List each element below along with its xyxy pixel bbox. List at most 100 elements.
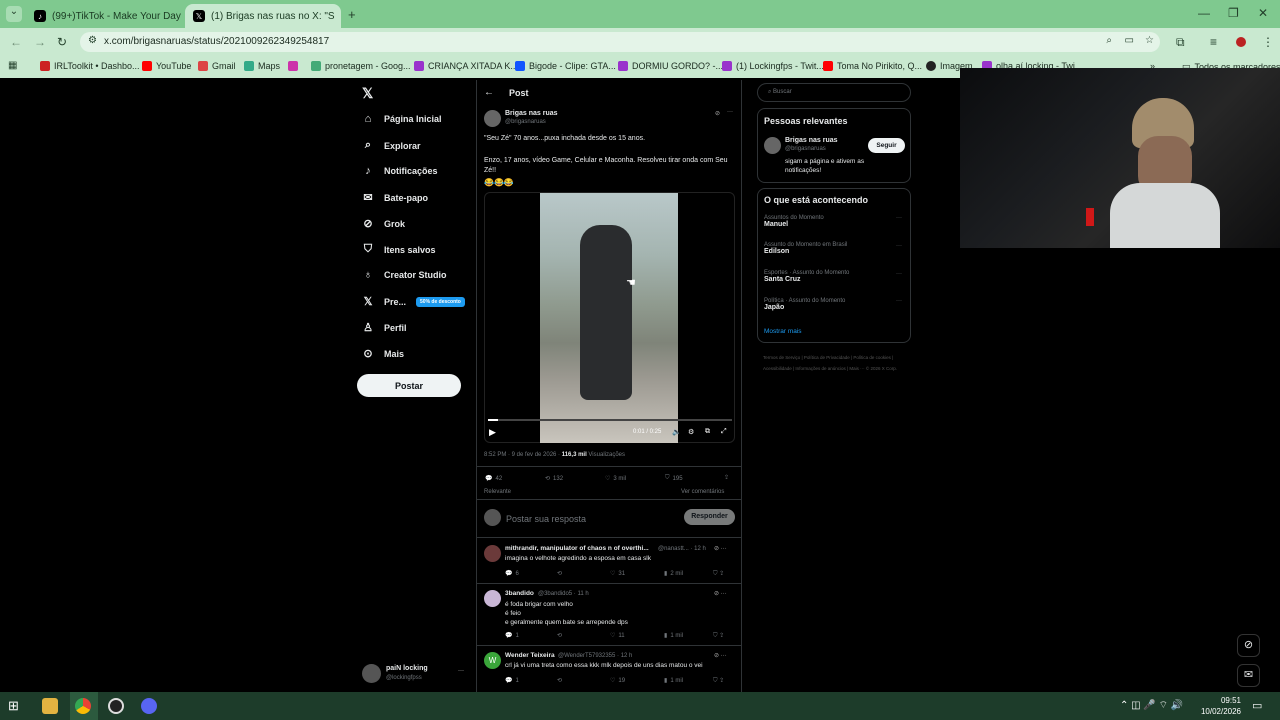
bookmark-item[interactable]: pronetagem - Goog... xyxy=(311,61,411,71)
views-action[interactable]: ▮ 1 mil xyxy=(664,677,683,685)
cast-icon[interactable]: ▭ xyxy=(1125,35,1134,46)
reply-action[interactable]: 💬 1 xyxy=(505,677,519,685)
account-more-icon[interactable]: ··· xyxy=(458,668,464,674)
follow-button[interactable]: Seguir xyxy=(868,138,905,153)
site-info-icon[interactable]: ⚙ xyxy=(88,35,97,46)
bookmark-item[interactable]: IRLToolkit • Dashbo... xyxy=(40,61,140,71)
minimize-icon[interactable]: — xyxy=(1198,6,1210,20)
bookmark-item[interactable]: (1) Lockingfps - Twit... xyxy=(722,61,824,71)
obs-icon[interactable] xyxy=(108,698,124,714)
volume-icon[interactable]: 🔈 xyxy=(672,428,681,436)
bookmark-item[interactable]: DORMIU GORDO? -... xyxy=(618,61,723,71)
reply-input[interactable]: Postar sua resposta xyxy=(506,514,586,524)
bookmark-share-icons[interactable]: ⛉ ⇪ xyxy=(713,632,724,640)
views-action[interactable]: ▮ 2 mil xyxy=(664,570,683,578)
profile-avatar[interactable] xyxy=(1236,37,1246,47)
nav-item-notifications[interactable]: ♪ Notificações xyxy=(362,165,437,177)
discord-icon[interactable] xyxy=(141,698,157,714)
reply-author[interactable]: mithrandir, manipulator of chaos n of ov… xyxy=(505,545,655,552)
repost-icon[interactable]: ⟲ xyxy=(557,570,562,577)
account-name[interactable]: paiN locking xyxy=(386,665,428,672)
show-more-link[interactable]: Mostrar mais xyxy=(764,328,802,335)
post-button[interactable]: Postar xyxy=(357,374,461,397)
trend-more-icon[interactable]: ··· xyxy=(896,215,902,221)
like-action[interactable]: ♡ 11 xyxy=(610,632,625,640)
video-progress-track[interactable] xyxy=(488,419,732,421)
reload-icon[interactable]: ↻ xyxy=(57,35,67,49)
windows-start-icon[interactable]: ⊞ xyxy=(8,698,19,714)
bookmark-item[interactable] xyxy=(288,61,298,71)
nav-item-grok[interactable]: ⊘ Grok xyxy=(362,217,405,230)
tab-tiktok[interactable]: ♪ (99+)TikTok - Make Your Day ✕ xyxy=(26,4,182,28)
bookmark-item[interactable]: Maps xyxy=(244,61,280,71)
nav-item-creator-studio[interactable]: ♁ Creator Studio xyxy=(362,269,447,281)
system-tray-icons[interactable]: ⌃ ◫ 🎤 ⌔ 🔊 xyxy=(1120,699,1183,712)
nav-item-explore[interactable]: ⌕ Explorar xyxy=(362,139,421,152)
trend-more-icon[interactable]: ··· xyxy=(896,243,902,249)
bookmark-item[interactable]: YouTube xyxy=(142,61,191,71)
repost-icon[interactable]: ⟲ xyxy=(557,632,562,639)
reply-author[interactable]: 3bandido xyxy=(505,590,534,597)
nav-item-premium[interactable]: 𝕏 Pre... 50% de desconto xyxy=(362,295,465,308)
new-tab-icon[interactable]: + xyxy=(348,7,356,22)
author-avatar[interactable] xyxy=(484,110,501,127)
account-avatar[interactable] xyxy=(362,664,381,683)
apps-icon[interactable]: ▦ xyxy=(8,60,17,71)
bookmark-share-icons[interactable]: ⛉ ⇪ xyxy=(713,570,724,578)
repost-action[interactable]: ⟲ 132 xyxy=(545,475,563,483)
share-icon[interactable]: ⇪ xyxy=(724,474,729,481)
settings-icon[interactable]: ⚙ xyxy=(688,428,694,436)
forward-icon[interactable]: → xyxy=(34,35,46,49)
bookmark-item[interactable]: CRIANÇA XITADA K... xyxy=(414,61,518,71)
reply-action[interactable]: 💬 6 xyxy=(505,570,519,578)
messages-float-icon[interactable]: ✉ xyxy=(1237,664,1260,687)
clock-date[interactable]: 10/02/2026 xyxy=(1199,707,1241,716)
reply-action[interactable]: 💬 42 xyxy=(485,475,502,483)
nav-item-chat[interactable]: ✉ Bate-papo xyxy=(362,191,428,204)
grok-icon[interactable]: ⊘ ··· xyxy=(714,590,727,597)
person-name[interactable]: Brigas nas ruas xyxy=(785,137,838,144)
reply-action[interactable]: 💬 1 xyxy=(505,632,519,640)
like-action[interactable]: ♡ 31 xyxy=(610,570,625,578)
grok-icon[interactable]: ⊘ ··· xyxy=(714,652,727,659)
trend-item[interactable]: Política · Assunto do Momento Japão xyxy=(764,298,845,311)
reply-avatar[interactable]: W xyxy=(484,652,501,669)
nav-item-bookmarks[interactable]: ⛉ Itens salvos xyxy=(362,243,436,256)
trend-more-icon[interactable]: ··· xyxy=(896,298,902,304)
footer-links[interactable]: Termos de Serviço | Política de Privacid… xyxy=(763,352,913,374)
nav-item-profile[interactable]: ♙ Perfil xyxy=(362,321,406,334)
reply-button[interactable]: Responder xyxy=(684,509,735,525)
pip-icon[interactable]: ⧉ xyxy=(705,428,710,436)
notifications-icon[interactable]: ▭ xyxy=(1252,699,1262,712)
fullscreen-icon[interactable]: ⤢ xyxy=(721,428,727,436)
reply-avatar[interactable] xyxy=(484,545,501,562)
bookmark-action[interactable]: ⛉ 195 xyxy=(665,475,683,482)
play-icon[interactable]: ▶ xyxy=(489,427,496,438)
see-quotes-link[interactable]: Ver comentários xyxy=(681,489,724,495)
bookmark-item[interactable]: Gmail xyxy=(198,61,236,71)
bookmark-star-icon[interactable]: ☆ xyxy=(1145,35,1154,46)
reply-avatar[interactable] xyxy=(484,590,501,607)
chrome-icon[interactable] xyxy=(75,698,91,714)
reply-author[interactable]: Wender Teixeira xyxy=(505,652,555,659)
extensions-icon[interactable]: ⧉ xyxy=(1176,35,1185,50)
grok-float-icon[interactable]: ⊘ xyxy=(1237,634,1260,657)
nav-item-home[interactable]: ⌂ Página Inicial xyxy=(362,113,442,125)
grok-icon[interactable]: ⊘ ··· xyxy=(714,545,727,552)
sort-relevant[interactable]: Relevante xyxy=(484,489,511,495)
zoom-icon[interactable]: ⌕ xyxy=(1106,35,1112,46)
tab-search-icon[interactable]: ⌄ xyxy=(6,6,22,22)
clock-time[interactable]: 09:51 xyxy=(1203,696,1241,705)
trend-item[interactable]: Esportes · Assunto do Momento Santa Cruz xyxy=(764,270,849,283)
file-explorer-icon[interactable] xyxy=(42,698,58,714)
back-arrow-icon[interactable]: ← xyxy=(484,87,494,98)
trend-item[interactable]: Assuntos do Momento Manuel xyxy=(764,215,824,228)
bookmark-item[interactable]: Toma No Pirikito, Q... xyxy=(823,61,922,71)
nav-item-more[interactable]: ⊙ Mais xyxy=(362,347,404,360)
address-bar[interactable]: ⚙ x.com/brigasnaruas/status/202100926234… xyxy=(80,32,1160,52)
back-icon[interactable]: ← xyxy=(10,35,22,49)
trend-item[interactable]: Assunto do Momento em Brasil Edilson xyxy=(764,242,847,255)
like-action[interactable]: ♡ 3 mil xyxy=(605,475,626,483)
bookmark-share-icons[interactable]: ⛉ ⇪ xyxy=(713,677,724,685)
close-window-icon[interactable]: ✕ xyxy=(1258,6,1268,20)
